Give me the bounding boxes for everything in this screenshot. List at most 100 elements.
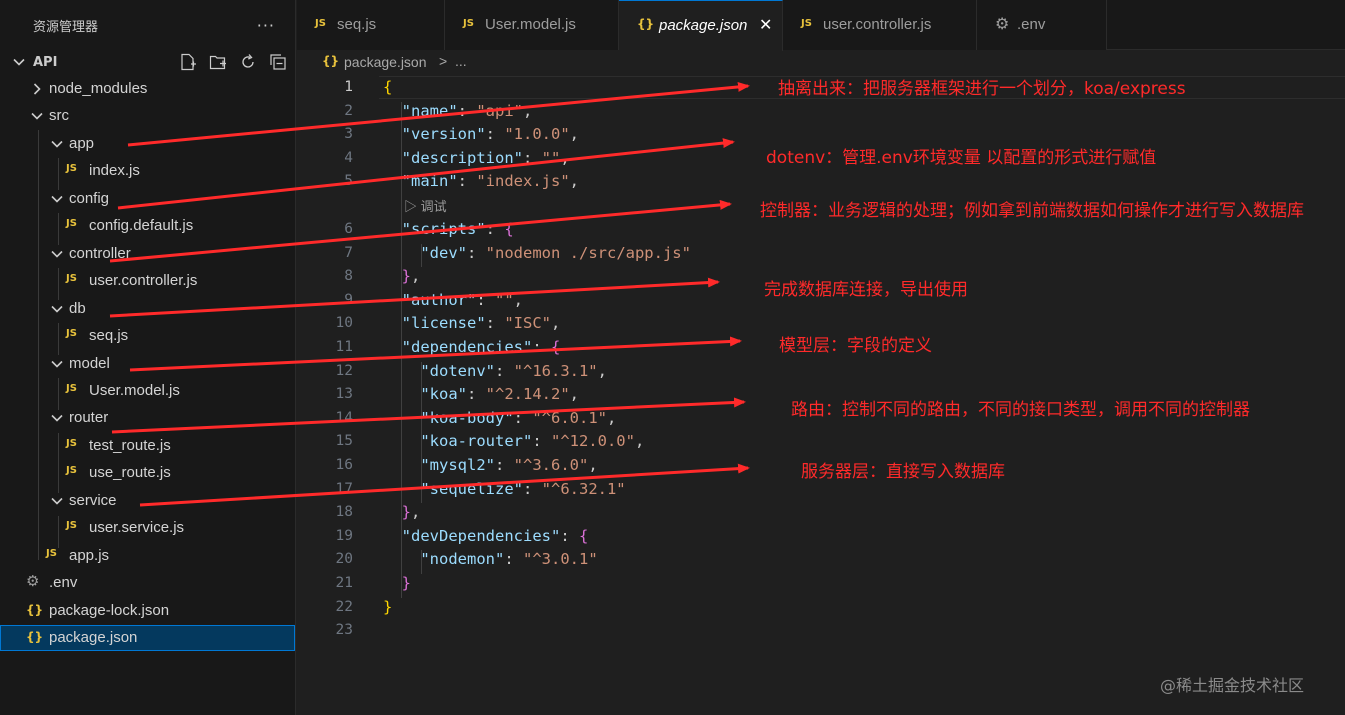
file-item[interactable]: JS index.js — [0, 158, 295, 184]
line-number: 20 — [335, 551, 353, 568]
code-line[interactable]: "koa": "^2.14.2", — [383, 385, 579, 403]
code-line[interactable]: "koa-body": "^6.0.1", — [383, 409, 616, 427]
line-number: 4 — [344, 149, 353, 166]
tab-env[interactable]: ⚙ .env — [977, 0, 1107, 50]
indent-guide — [58, 158, 59, 190]
code-line[interactable]: "name": "api", — [383, 102, 533, 120]
code-line[interactable]: "scripts": { — [383, 220, 514, 238]
folder-item[interactable]: node_modules — [0, 76, 295, 102]
close-icon[interactable]: ✕ — [759, 15, 772, 35]
tab-seq-js[interactable]: JS seq.js — [297, 0, 445, 50]
play-icon: ▷ — [404, 199, 421, 215]
more-actions-button[interactable]: ··· — [257, 16, 275, 35]
folder-item[interactable]: model — [0, 351, 295, 377]
indent-guide — [58, 433, 59, 493]
folder-item[interactable]: src — [0, 103, 295, 129]
folder-item[interactable]: service — [0, 488, 295, 514]
folder-item[interactable]: config — [0, 186, 295, 212]
annotation-text: 模型层：字段的定义 — [779, 336, 932, 356]
folder-item[interactable]: controller — [0, 241, 295, 267]
folder-label: db — [69, 299, 86, 317]
folder-item[interactable]: db — [0, 296, 295, 322]
annotation-text: 完成数据库连接，导出使用 — [764, 280, 968, 300]
code-line[interactable]: "koa-router": "^12.0.0", — [383, 432, 644, 450]
line-number: 1 — [344, 79, 353, 95]
breadcrumb-symbols[interactable]: ... — [455, 53, 467, 69]
file-label: user.service.js — [89, 519, 185, 537]
chevron-right-icon — [33, 83, 41, 95]
json-file-icon: {} — [26, 602, 44, 617]
indent-guide — [58, 213, 59, 245]
workspace-root-label: API — [33, 54, 58, 70]
file-item[interactable]: JS use_route.js — [0, 460, 295, 486]
chevron-down-icon — [51, 415, 63, 423]
file-item[interactable]: JS test_route.js — [0, 433, 295, 459]
code-line[interactable]: "sequelize": "^6.32.1" — [383, 480, 625, 498]
code-line[interactable]: "version": "1.0.0", — [383, 125, 579, 143]
annotation-text: dotenv：管理.env环境变量 以配置的形式进行赋值 — [766, 148, 1157, 168]
chevron-down-icon — [51, 195, 63, 203]
line-number: 6 — [344, 221, 353, 237]
file-item[interactable]: JS user.controller.js — [0, 268, 295, 294]
new-folder-icon[interactable] — [208, 52, 228, 72]
folder-item[interactable]: router — [0, 405, 295, 431]
breadcrumb-separator: > — [439, 53, 448, 69]
folder-label: controller — [69, 244, 131, 262]
workspace-root[interactable]: API — [0, 50, 295, 74]
file-item[interactable]: JS app.js — [0, 543, 295, 569]
file-label: user.controller.js — [89, 272, 198, 290]
code-line[interactable]: "mysql2": "^3.6.0", — [383, 456, 597, 474]
breadcrumb-file[interactable]: package.json — [344, 54, 427, 70]
line-number: 15 — [335, 433, 353, 450]
line-number: 13 — [335, 386, 353, 403]
file-item[interactable]: JS config.default.js — [0, 213, 295, 239]
file-item[interactable]: ⚙ .env — [0, 570, 295, 596]
code-line[interactable]: "devDependencies": { — [383, 527, 589, 545]
tab-user-model-js[interactable]: JS User.model.js — [445, 0, 619, 50]
file-item[interactable]: JS user.service.js — [0, 515, 295, 541]
line-number: 7 — [344, 244, 353, 261]
line-number: 21 — [335, 575, 353, 591]
file-item[interactable]: JS seq.js — [0, 323, 295, 349]
tab-label: package.json — [659, 17, 748, 34]
tab-user-controller-js[interactable]: JS user.controller.js — [783, 0, 977, 50]
code-line[interactable]: "main": "index.js", — [383, 172, 579, 190]
code-line[interactable]: "author": "", — [383, 291, 523, 309]
code-line[interactable]: "dotenv": "^16.3.1", — [383, 362, 607, 380]
js-file-icon: JS — [66, 163, 77, 175]
file-item[interactable]: {} package-lock.json — [0, 598, 295, 624]
file-item[interactable]: {} package.json — [0, 625, 295, 651]
code-line[interactable]: "nodemon": "^3.0.1" — [383, 550, 597, 568]
js-file-icon: JS — [66, 465, 77, 477]
line-number: 12 — [335, 362, 353, 379]
line-number: 9 — [344, 291, 353, 308]
tab-package-json[interactable]: {} package.json ✕ — [619, 0, 783, 51]
code-line[interactable]: "license": "ISC", — [383, 314, 561, 332]
gear-icon: ⚙ — [26, 572, 40, 591]
folder-label: router — [69, 409, 109, 427]
js-file-icon: JS — [66, 520, 77, 532]
folder-item[interactable]: app — [0, 131, 295, 157]
collapse-all-icon[interactable] — [268, 52, 288, 72]
folder-label: model — [69, 354, 110, 372]
tab-label: user.controller.js — [823, 16, 932, 33]
code-line[interactable]: } — [383, 574, 411, 592]
file-label: use_route.js — [89, 464, 171, 482]
code-line[interactable]: "description": "", — [383, 149, 570, 167]
code-line[interactable]: "dependencies": { — [383, 338, 561, 356]
file-label: User.model.js — [89, 381, 180, 399]
refresh-icon[interactable] — [238, 52, 258, 72]
debug-codelens[interactable]: ▷ 调试 — [404, 196, 447, 215]
explorer-sidebar: 资源管理器 ··· API node_modules src app JS index.… — [0, 0, 296, 715]
annotation-text: 抽离出来：把服务器框架进行一个划分，koa/express — [778, 79, 1186, 99]
watermark: @稀土掘金技术社区 — [1160, 676, 1305, 695]
code-line[interactable]: } — [383, 598, 392, 616]
tab-bar: JS seq.js JS User.model.js {} package.json ✕ JS… — [297, 0, 1345, 51]
indent-guide — [421, 550, 422, 574]
line-number: 11 — [335, 339, 353, 355]
file-item[interactable]: JS User.model.js — [0, 378, 295, 404]
code-line[interactable]: { — [383, 78, 392, 96]
code-line[interactable]: "dev": "nodemon ./src/app.js" — [383, 244, 691, 262]
new-file-icon[interactable] — [178, 52, 198, 72]
js-file-icon: JS — [46, 547, 57, 559]
